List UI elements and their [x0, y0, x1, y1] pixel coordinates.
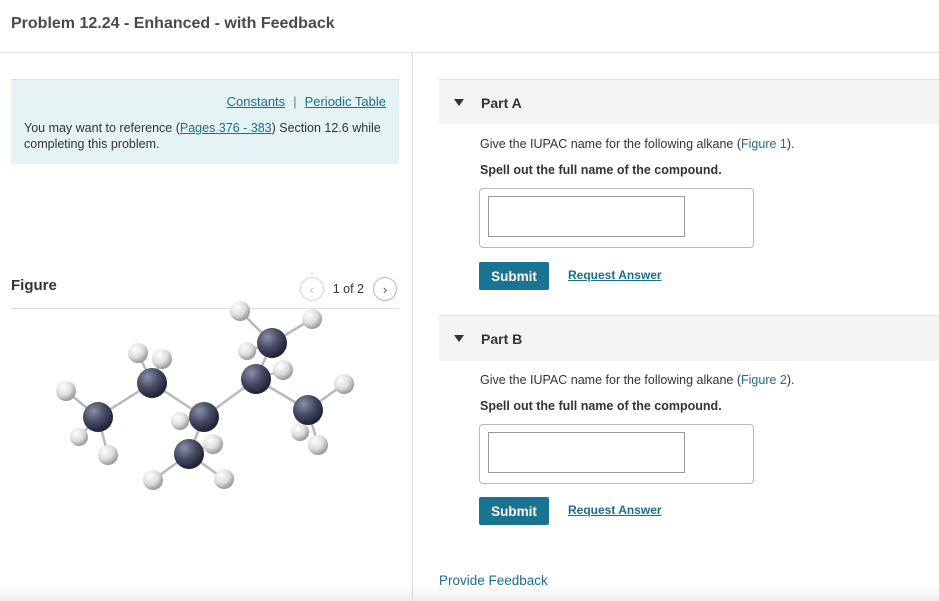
- hydrogen-atom: [214, 469, 234, 489]
- part-a-question: Give the IUPAC name for the following al…: [480, 137, 795, 151]
- part-b-submit-button[interactable]: Submit: [479, 497, 549, 525]
- hydrogen-atom: [56, 381, 76, 401]
- part-a-request-answer-link[interactable]: Request Answer: [568, 268, 662, 282]
- problem-title: Problem 12.24 - Enhanced - with Feedback: [11, 15, 335, 32]
- resource-links: Constants | Periodic Table: [227, 94, 386, 109]
- reference-text: You may want to reference (Pages 376 - 3…: [24, 120, 394, 152]
- hydrogen-atom: [152, 349, 172, 369]
- carbon-atom: [174, 439, 204, 469]
- part-b-instruction: Spell out the full name of the compound.: [480, 399, 722, 413]
- hydrogen-atom: [171, 412, 189, 430]
- hydrogen-atom: [334, 374, 354, 394]
- hydrogen-atom: [128, 343, 148, 363]
- hydrogen-atom: [273, 360, 293, 380]
- hydrogen-atom: [203, 434, 223, 454]
- atoms: [56, 301, 354, 490]
- next-figure-button[interactable]: ›: [373, 277, 397, 301]
- hydrogen-atom: [98, 445, 118, 465]
- part-a-answer-input[interactable]: [488, 196, 685, 237]
- figure-2-link[interactable]: Figure 2: [741, 373, 787, 387]
- question-text: Give the IUPAC name for the following al…: [480, 373, 742, 387]
- part-b-answer-input[interactable]: [488, 432, 685, 473]
- hydrogen-atom: [291, 423, 309, 441]
- bottom-shadow: [0, 585, 939, 601]
- hydrogen-atom: [238, 342, 256, 360]
- part-a-label: Part A: [481, 95, 522, 111]
- hydrogen-atom: [308, 435, 328, 455]
- reference-info-box: Constants | Periodic Table You may want to…: [11, 79, 399, 164]
- figure-1-link[interactable]: Figure 1: [741, 137, 787, 151]
- question-text: Give the IUPAC name for the following al…: [480, 137, 742, 151]
- hydrogen-atom: [70, 428, 88, 446]
- reference-text-start: You may want to reference (: [24, 121, 180, 135]
- panel-divider: [412, 53, 413, 601]
- hydrogen-atom: [143, 470, 163, 490]
- carbon-atom: [189, 402, 219, 432]
- periodic-table-link[interactable]: Periodic Table: [305, 94, 386, 109]
- page-header: Problem 12.24 - Enhanced - with Feedback: [0, 0, 939, 53]
- question-text-end: ).: [786, 373, 795, 387]
- chevron-right-icon: ›: [382, 281, 388, 297]
- question-text-end: ).: [786, 137, 795, 151]
- part-a-answer-box: [479, 188, 754, 248]
- hydrogen-atom: [230, 301, 250, 321]
- part-a-instruction: Spell out the full name of the compound.: [480, 163, 722, 177]
- collapse-triangle-icon: [454, 99, 464, 106]
- carbon-atom: [137, 368, 167, 398]
- hydrogen-atom: [302, 309, 322, 329]
- part-b-answer-box: [479, 424, 754, 484]
- part-a-submit-button[interactable]: Submit: [479, 262, 549, 290]
- part-a-header[interactable]: Part A: [439, 79, 939, 125]
- part-b-question: Give the IUPAC name for the following al…: [480, 373, 795, 387]
- pages-link[interactable]: Pages 376 - 383: [180, 121, 272, 135]
- carbon-atom: [241, 364, 271, 394]
- part-b-header[interactable]: Part B: [439, 315, 939, 361]
- molecule-figure: [56, 301, 354, 490]
- constants-link[interactable]: Constants: [227, 94, 286, 109]
- carbon-atom: [83, 402, 113, 432]
- part-b-label: Part B: [481, 331, 523, 347]
- link-separator: |: [293, 94, 297, 109]
- part-b-request-answer-link[interactable]: Request Answer: [568, 503, 662, 517]
- collapse-triangle-icon: [454, 335, 464, 342]
- carbon-atom: [293, 395, 323, 425]
- carbon-atom: [257, 328, 287, 358]
